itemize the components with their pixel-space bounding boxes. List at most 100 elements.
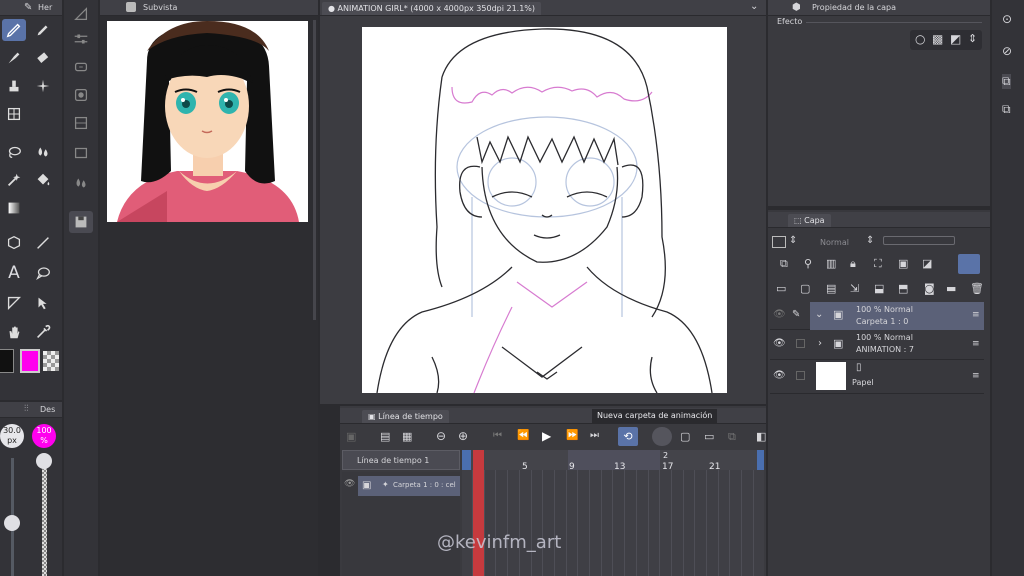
command-layer-button[interactable] xyxy=(69,112,93,134)
layer-mode-updown-icon[interactable]: ⇕ xyxy=(789,235,797,246)
layer-row-selected[interactable]: 👁︎ ✎ ⌄ ▣ 100 % Normal Carpeta 1 : 0 ≡ xyxy=(770,302,984,330)
layer-color-button[interactable] xyxy=(958,254,980,274)
brush-opacity-readout[interactable]: 100 % xyxy=(32,424,56,448)
search-icon[interactable]: ⊙ xyxy=(1002,12,1012,26)
expand-folder-icon[interactable]: › xyxy=(818,338,822,349)
pen-tool-button[interactable] xyxy=(2,19,26,41)
visibility-eye-icon[interactable]: 👁︎ xyxy=(773,370,786,381)
play-icon[interactable]: ▶ xyxy=(542,429,551,443)
brush-tab-label[interactable]: Des xyxy=(40,405,55,414)
trash-icon[interactable]: 🗑︎ xyxy=(970,282,984,295)
brush-size-slider-handle[interactable] xyxy=(4,515,20,531)
timeline-tab[interactable]: ▣ Línea de tiempo xyxy=(362,410,449,423)
mask-icon[interactable]: ▣ xyxy=(898,257,908,270)
command-save-button[interactable] xyxy=(69,211,93,233)
fill-pen-tool-button[interactable] xyxy=(2,47,26,69)
eyedropper-tool-button[interactable] xyxy=(31,321,55,343)
fill-tool-button[interactable] xyxy=(31,169,55,191)
new-animation-folder-button[interactable] xyxy=(652,427,672,446)
transfer-icon[interactable]: ⇲ xyxy=(850,282,859,295)
draft-layer-icon[interactable]: ⚲ xyxy=(804,257,812,270)
layer-search-icon[interactable]: ⊘ xyxy=(1002,44,1012,58)
command-transform-button[interactable] xyxy=(69,56,93,78)
layer-mode-square[interactable] xyxy=(772,236,786,248)
layer-row[interactable]: 👁︎ ▯ Papel ≡ xyxy=(770,360,984,394)
command-drops-button[interactable] xyxy=(69,172,93,194)
layer-menu-icon[interactable]: ≡ xyxy=(972,371,980,381)
line-tool-button[interactable] xyxy=(31,232,55,254)
blend-tool-button[interactable] xyxy=(31,141,55,163)
combine-icon[interactable]: ⬒ xyxy=(898,282,908,295)
gradient-tool-button[interactable] xyxy=(2,197,26,219)
brush-opacity-slider-track[interactable] xyxy=(42,458,47,576)
blend-mode-select[interactable]: Normal xyxy=(820,238,849,247)
subview-tab-label[interactable]: Subvista xyxy=(143,3,177,12)
onion-skin-icon[interactable]: ⧉ xyxy=(728,430,736,444)
track-row[interactable]: ▣ ✦ Carpeta 1 : 0 : cel xyxy=(358,476,460,496)
tone-effect-icon[interactable]: ▩ xyxy=(932,32,943,46)
expand-effect-icon[interactable]: ⇕ xyxy=(968,32,977,45)
command-frame-button[interactable] xyxy=(69,142,93,164)
layer-menu-icon[interactable]: ≡ xyxy=(972,310,980,320)
lasso-tool-button[interactable] xyxy=(2,141,26,163)
brush-size-readout[interactable]: 30.0 px xyxy=(0,424,24,448)
zoom-out-icon[interactable]: ⊖ xyxy=(436,429,446,443)
merge-down-icon[interactable]: ⬓ xyxy=(874,282,884,295)
new-folder-icon[interactable]: ▤ xyxy=(826,282,836,295)
canvas-tab[interactable]: ● ANIMATION GIRL* (4000 x 4000px 350dpi … xyxy=(322,2,542,15)
layer-tab[interactable]: ⬚ Capa xyxy=(788,214,831,227)
layer-opacity-slider[interactable] xyxy=(883,236,955,245)
timeline-settings-icon[interactable]: ▤ xyxy=(380,430,390,443)
reference-layer-icon[interactable]: ⧉ xyxy=(780,257,788,271)
playhead[interactable] xyxy=(473,450,484,576)
main-color-swatch[interactable] xyxy=(0,349,14,373)
layer-menu-icon[interactable]: ≡ xyxy=(972,339,980,349)
mask-apply-icon[interactable]: ▬ xyxy=(946,282,956,295)
tool-tab-label[interactable]: Her xyxy=(38,3,52,12)
drawing-canvas[interactable] xyxy=(362,27,727,393)
command-sliders-button[interactable] xyxy=(69,28,93,50)
magic-wand-tool-button[interactable] xyxy=(2,169,26,191)
eraser-tool-button[interactable] xyxy=(31,47,55,69)
new-cel-icon[interactable]: ▢ xyxy=(680,430,690,443)
pencil-tool-button[interactable] xyxy=(31,19,55,41)
lock-alpha-icon[interactable]: ⛶ xyxy=(874,257,882,271)
new-timeline-icon[interactable]: ▣ xyxy=(346,430,356,443)
first-frame-icon[interactable]: ⏮ xyxy=(493,430,502,441)
next-frame-icon[interactable]: ⏩ xyxy=(566,430,578,441)
mask-create-icon[interactable]: ◙ xyxy=(924,282,935,295)
reference-image[interactable] xyxy=(107,21,308,222)
visibility-eye-icon[interactable]: 👁︎ xyxy=(773,309,786,320)
light-table-icon[interactable]: ◧ xyxy=(756,430,766,443)
visibility-eye-icon[interactable]: 👁︎ xyxy=(773,338,786,349)
chevron-down-icon[interactable]: ⌄ xyxy=(750,1,758,12)
circle-effect-icon[interactable]: ○ xyxy=(915,32,925,46)
lock-checkbox[interactable] xyxy=(796,371,805,380)
sub-color-swatch[interactable] xyxy=(20,349,40,373)
lock-icon[interactable]: 🔒︎ xyxy=(850,257,856,271)
layer-row[interactable]: 👁︎ › ▣ 100 % Normal ANIMATION : 7 ≡ xyxy=(770,330,984,360)
prev-frame-icon[interactable]: ⏪ xyxy=(517,430,529,441)
ruler-layer-icon[interactable]: ◪ xyxy=(922,257,932,270)
subview-scrollbar[interactable] xyxy=(313,20,316,320)
layers-alt-icon[interactable]: ⧉ xyxy=(1002,102,1011,117)
loop-button[interactable]: ⟲ xyxy=(618,427,638,446)
grid-tool-button[interactable] xyxy=(2,103,26,125)
sparkle-tool-button[interactable] xyxy=(31,75,55,97)
assign-cel-icon[interactable]: ▭ xyxy=(704,430,714,443)
transparent-color-swatch[interactable] xyxy=(43,351,59,371)
timeline-layer-icon[interactable]: ▦ xyxy=(402,430,412,443)
lock-checkbox[interactable] xyxy=(796,339,805,348)
layer-color-effect-icon[interactable]: ◩ xyxy=(950,32,961,46)
new-raster-layer-icon[interactable]: ▭ xyxy=(776,282,786,295)
layers-stack-icon[interactable]: ⧉ xyxy=(1002,74,1011,89)
object-tool-button[interactable] xyxy=(31,292,55,314)
command-circle-button[interactable] xyxy=(69,84,93,106)
layer-property-tab-label[interactable]: Propiedad de la capa xyxy=(812,3,896,12)
expand-folder-icon[interactable]: ⌄ xyxy=(815,309,823,320)
zoom-in-icon[interactable]: ⊕ xyxy=(458,429,468,443)
clip-layer-icon[interactable]: ▥ xyxy=(826,257,836,270)
text-tool-button[interactable]: A xyxy=(2,262,26,284)
last-frame-icon[interactable]: ⏭ xyxy=(590,430,599,441)
hand-tool-button[interactable] xyxy=(2,321,26,343)
